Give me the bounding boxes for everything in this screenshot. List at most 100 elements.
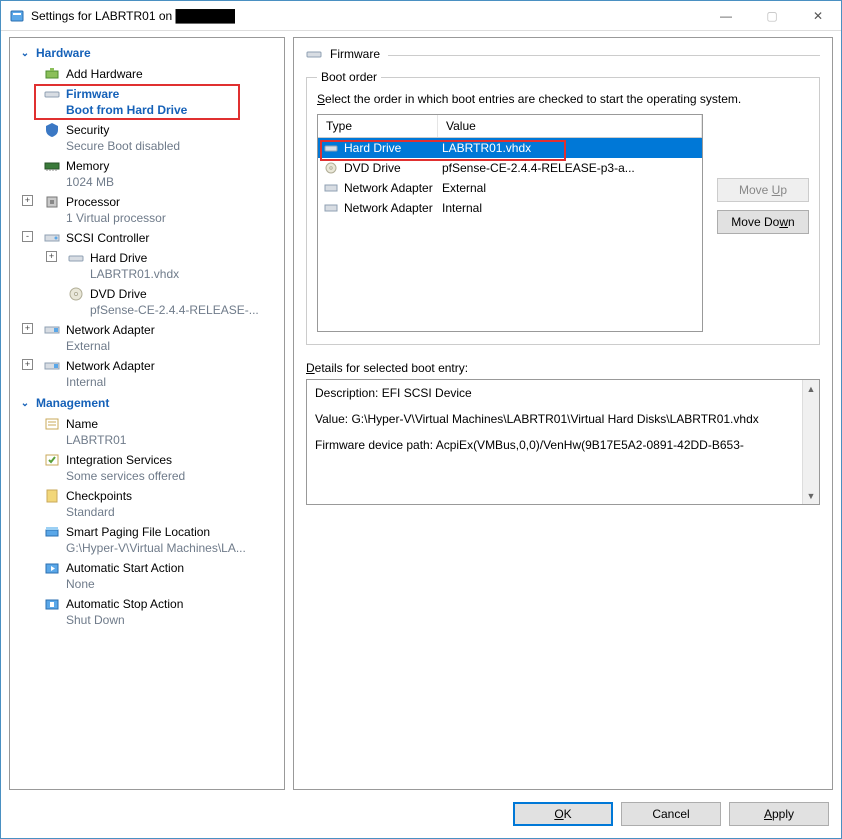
chevron-down-icon: ⌄ xyxy=(20,398,30,409)
tree-item-sub: 1024 MB xyxy=(44,174,284,190)
tree-item-sub: Shut Down xyxy=(44,612,284,628)
tree-item-sub: Boot from Hard Drive xyxy=(44,102,284,118)
boot-order-description: Select the order in which boot entries a… xyxy=(317,92,809,106)
apply-button[interactable]: Apply xyxy=(729,802,829,826)
tree-item-firmware[interactable]: Firmware Boot from Hard Drive xyxy=(10,84,284,120)
boot-row-dvd-drive[interactable]: DVD Drive pfSense-CE-2.4.4-RELEASE-p3-a.… xyxy=(318,158,702,178)
dvd-icon xyxy=(68,286,84,302)
auto-start-icon xyxy=(44,560,60,576)
tree-item-scsi-controller[interactable]: - SCSI Controller xyxy=(10,228,284,248)
tree-item-network-adapter-external[interactable]: + Network Adapter External xyxy=(10,320,284,356)
hard-drive-icon xyxy=(68,250,84,266)
window-controls: — ▢ ✕ xyxy=(703,1,841,30)
paging-icon xyxy=(44,524,60,540)
tree-item-add-hardware[interactable]: Add Hardware xyxy=(10,64,284,84)
content-split: ⌄ Hardware Add Hardware Firmware Boot fr… xyxy=(1,31,841,790)
memory-icon xyxy=(44,158,60,174)
tree-item-sub: pfSense-CE-2.4.4-RELEASE-... xyxy=(68,302,284,318)
minimize-button[interactable]: — xyxy=(703,1,749,30)
move-up-button: Move Up xyxy=(717,178,809,202)
add-hardware-icon xyxy=(44,66,60,82)
col-value[interactable]: Value xyxy=(438,115,702,137)
network-adapter-icon xyxy=(322,201,340,215)
tree-item-sub: G:\Hyper-V\Virtual Machines\LA... xyxy=(44,540,284,556)
expand-icon[interactable]: + xyxy=(22,195,33,206)
tree-item-processor[interactable]: + Processor 1 Virtual processor xyxy=(10,192,284,228)
processor-icon xyxy=(44,194,60,210)
expand-icon[interactable]: + xyxy=(22,323,33,334)
navigation-tree[interactable]: ⌄ Hardware Add Hardware Firmware Boot fr… xyxy=(9,37,285,790)
tree-item-smart-paging[interactable]: Smart Paging File Location G:\Hyper-V\Vi… xyxy=(10,522,284,558)
collapse-icon[interactable]: - xyxy=(22,231,33,242)
details-value: Value: G:\Hyper-V\Virtual Machines\LABRT… xyxy=(315,412,790,426)
tree-item-network-adapter-internal[interactable]: + Network Adapter Internal xyxy=(10,356,284,392)
details-box: Description: EFI SCSI Device Value: G:\H… xyxy=(306,379,820,505)
boot-order-group: Boot order Select the order in which boo… xyxy=(306,70,820,345)
scroll-up-icon[interactable]: ▲ xyxy=(803,380,819,397)
checkpoints-icon xyxy=(44,488,60,504)
section-management[interactable]: ⌄ Management xyxy=(10,392,284,414)
network-adapter-icon xyxy=(44,322,60,338)
tree-item-checkpoints[interactable]: Checkpoints Standard xyxy=(10,486,284,522)
tree-item-sub: External xyxy=(44,338,284,354)
expand-icon[interactable]: + xyxy=(46,251,57,262)
shield-icon xyxy=(44,122,60,138)
controller-icon xyxy=(44,230,60,246)
col-type[interactable]: Type xyxy=(318,115,438,137)
firmware-icon xyxy=(44,86,60,102)
hard-drive-icon xyxy=(322,141,340,155)
tree-item-sub: Some services offered xyxy=(44,468,284,484)
details-panel: Firmware Boot order Select the order in … xyxy=(293,37,833,790)
firmware-icon xyxy=(306,46,322,62)
tree-item-sub: 1 Virtual processor xyxy=(44,210,284,226)
table-header: Type Value xyxy=(318,115,702,138)
tree-item-dvd-drive[interactable]: DVD Drive pfSense-CE-2.4.4-RELEASE-... xyxy=(10,284,284,320)
boot-row-network-internal[interactable]: Network Adapter Internal xyxy=(318,198,702,218)
tree-item-sub: LABRTR01 xyxy=(44,432,284,448)
dialog-buttons: OK Cancel Apply xyxy=(1,790,841,838)
tree-item-auto-start[interactable]: Automatic Start Action None xyxy=(10,558,284,594)
settings-window: Settings for LABRTR01 on ███████ — ▢ ✕ ⌄… xyxy=(0,0,842,839)
panel-title: Firmware xyxy=(306,46,820,62)
maximize-button: ▢ xyxy=(749,1,795,30)
boot-order-legend: Boot order xyxy=(317,70,381,84)
tree-item-sub: Internal xyxy=(44,374,284,390)
boot-row-hard-drive[interactable]: Hard Drive LABRTR01.vhdx xyxy=(318,138,702,158)
section-label: Hardware xyxy=(36,46,91,60)
tree-item-sub: Standard xyxy=(44,504,284,520)
expand-icon[interactable]: + xyxy=(22,359,33,370)
move-buttons: Move Up Move Down xyxy=(717,178,809,234)
integration-icon xyxy=(44,452,60,468)
tree-item-integration-services[interactable]: Integration Services Some services offer… xyxy=(10,450,284,486)
tree-item-hard-drive[interactable]: + Hard Drive LABRTR01.vhdx xyxy=(10,248,284,284)
tree-item-security[interactable]: Security Secure Boot disabled xyxy=(10,120,284,156)
section-label: Management xyxy=(36,396,109,410)
cancel-button[interactable]: Cancel xyxy=(621,802,721,826)
dvd-icon xyxy=(322,161,340,175)
tree-item-sub: LABRTR01.vhdx xyxy=(68,266,284,282)
tree-item-name[interactable]: Name LABRTR01 xyxy=(10,414,284,450)
tree-item-sub: Secure Boot disabled xyxy=(44,138,284,154)
auto-stop-icon xyxy=(44,596,60,612)
tree-item-memory[interactable]: Memory 1024 MB xyxy=(10,156,284,192)
scrollbar[interactable]: ▲ ▼ xyxy=(802,380,819,504)
window-title: Settings for LABRTR01 on ███████ xyxy=(31,9,703,23)
details-firmware-path: Firmware device path: AcpiEx(VMBus,0,0)/… xyxy=(315,438,790,452)
scroll-down-icon[interactable]: ▼ xyxy=(803,487,819,504)
boot-order-table[interactable]: Type Value Hard Drive LABRTR01.vhdx DVD … xyxy=(317,114,703,332)
titlebar: Settings for LABRTR01 on ███████ — ▢ ✕ xyxy=(1,1,841,31)
section-hardware[interactable]: ⌄ Hardware xyxy=(10,42,284,64)
tree-item-sub: None xyxy=(44,576,284,592)
rule xyxy=(388,55,820,56)
ok-button[interactable]: OK xyxy=(513,802,613,826)
move-down-button[interactable]: Move Down xyxy=(717,210,809,234)
close-button[interactable]: ✕ xyxy=(795,1,841,30)
details-description: Description: EFI SCSI Device xyxy=(315,386,790,400)
details-label: Details for selected boot entry: xyxy=(306,361,820,375)
app-icon xyxy=(9,8,25,24)
network-adapter-icon xyxy=(44,358,60,374)
tree-item-auto-stop[interactable]: Automatic Stop Action Shut Down xyxy=(10,594,284,630)
boot-row-network-external[interactable]: Network Adapter External xyxy=(318,178,702,198)
name-icon xyxy=(44,416,60,432)
chevron-down-icon: ⌄ xyxy=(20,48,30,59)
